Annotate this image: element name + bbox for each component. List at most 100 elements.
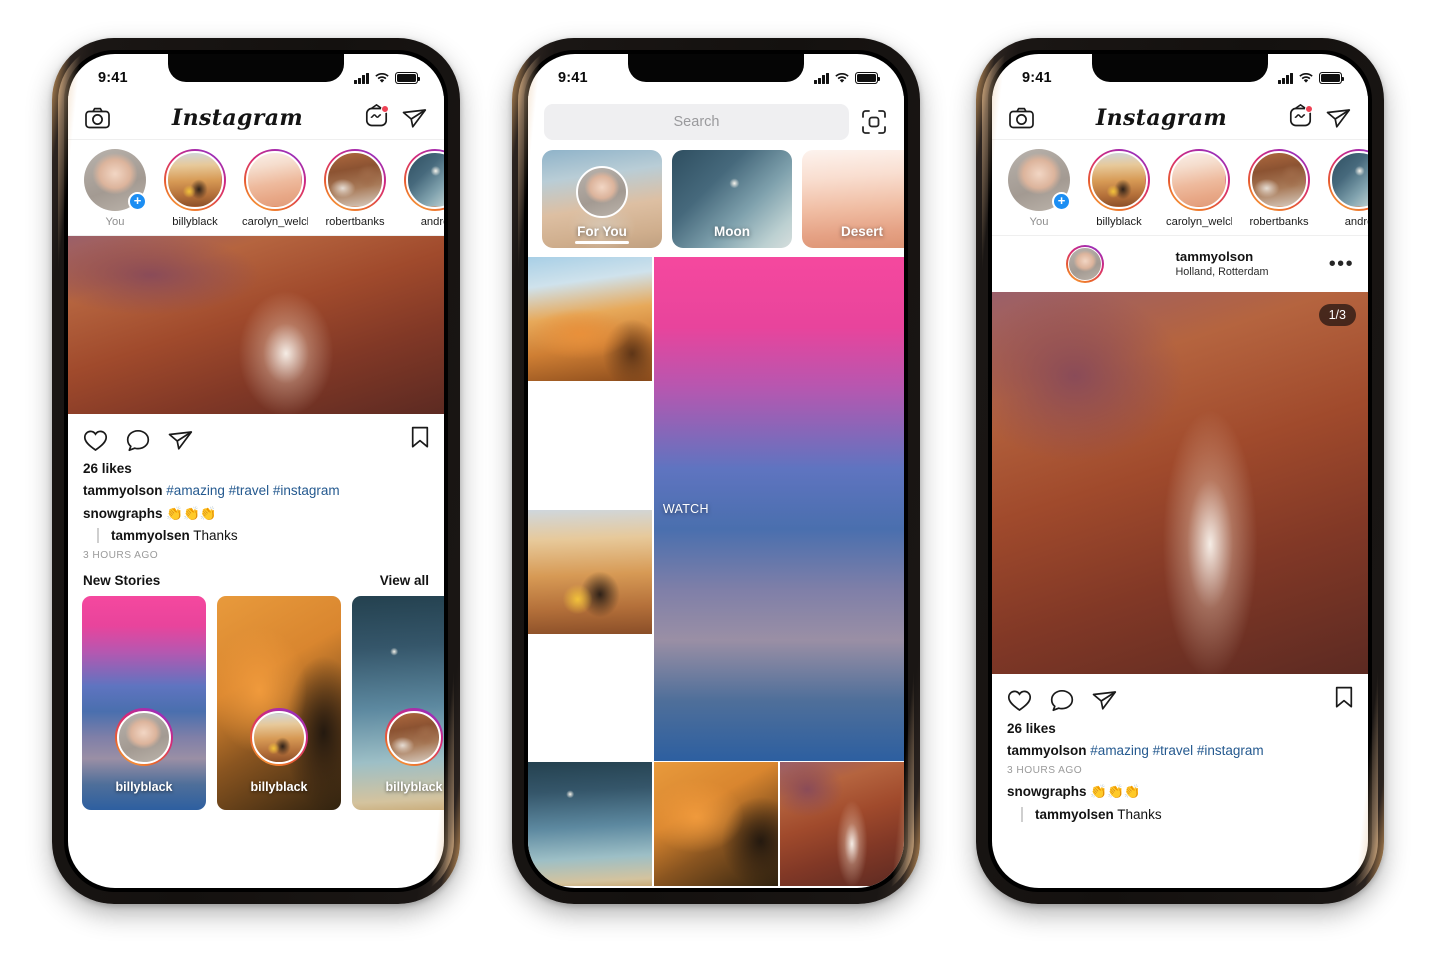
story-item-you[interactable]: + You: [1006, 149, 1072, 228]
screen-feed: 9:41 Instagram + You billyblack carolyn_…: [68, 54, 444, 888]
story-item-billyblack[interactable]: billyblack: [1086, 149, 1152, 228]
caption-hashtags[interactable]: #amazing #travel #instagram: [166, 483, 339, 498]
avatar: [1090, 151, 1148, 209]
battery-icon: [1319, 72, 1345, 84]
grid-cell-watch[interactable]: WATCH: [653, 257, 904, 761]
paper-plane-icon[interactable]: [1092, 688, 1117, 712]
stories-bar[interactable]: + You billyblack carolyn_welch robertban…: [68, 140, 444, 236]
new-story-card[interactable]: billyblack: [352, 596, 444, 811]
comment-bubble-icon[interactable]: [1050, 689, 1074, 712]
story-ring: +: [84, 149, 147, 211]
status-time: 9:41: [98, 70, 128, 86]
igtv-icon[interactable]: [365, 103, 389, 132]
like-count: 26 likes: [1007, 721, 1056, 736]
caption-username[interactable]: tammyolson: [83, 483, 163, 498]
status-indicators: [1278, 72, 1345, 84]
grid-cell[interactable]: [528, 509, 653, 634]
comment-username[interactable]: snowgraphs: [83, 506, 163, 521]
story-ring: +: [1008, 149, 1071, 211]
app-header: Instagram: [992, 96, 1368, 140]
story-label: carolyn_welch: [1166, 216, 1232, 228]
comment-text: 👏👏👏: [1090, 784, 1141, 800]
status-time: 9:41: [558, 70, 588, 86]
battery-icon: [855, 72, 881, 84]
category-row[interactable]: For You Moon Desert: [528, 150, 904, 257]
category-for-you[interactable]: For You: [542, 150, 662, 248]
story-item-robertbanks[interactable]: robertbanks: [1246, 149, 1312, 228]
search-input[interactable]: Search: [544, 104, 849, 140]
story-label: billyblack: [1096, 216, 1142, 228]
caption-username[interactable]: tammyolson: [1007, 743, 1087, 758]
page-title: Instagram: [1095, 104, 1228, 131]
new-stories-row[interactable]: billyblack billyblack billyblack: [68, 596, 444, 811]
caption-hashtags[interactable]: #amazing #travel #instagram: [1090, 743, 1263, 758]
post-meta: 26 likes tammyolson #amazing #travel #in…: [68, 460, 444, 561]
story-item-carolyn_welch[interactable]: carolyn_welch: [1166, 149, 1232, 228]
paper-plane-icon[interactable]: [168, 428, 193, 452]
story-ring: [1088, 149, 1150, 211]
bookmark-icon[interactable]: [1335, 686, 1353, 709]
new-stories-title: New Stories: [83, 573, 161, 589]
grid-cell[interactable]: [528, 257, 653, 382]
status-bar: 9:41: [528, 54, 904, 96]
new-story-card[interactable]: billyblack: [82, 596, 206, 811]
post-caption: tammyolson #amazing #travel #instagram: [83, 482, 429, 500]
paper-plane-icon[interactable]: [1326, 106, 1351, 130]
comment-username[interactable]: snowgraphs: [1007, 784, 1087, 799]
grid-cell[interactable]: [528, 762, 653, 887]
comment-row: snowgraphs 👏👏👏: [83, 505, 429, 523]
story-label: robertbanks: [325, 216, 385, 228]
grid-cell[interactable]: [653, 762, 779, 887]
post-meta: 26 likes tammyolson #amazing #travel #in…: [992, 720, 1368, 823]
new-story-label: billyblack: [385, 780, 443, 795]
post-author-name[interactable]: tammyolson: [1176, 249, 1269, 266]
app-header: Instagram: [68, 96, 444, 140]
camera-icon[interactable]: [85, 107, 110, 129]
explore-grid[interactable]: WATCH: [528, 257, 904, 888]
category-desert[interactable]: Desert: [802, 150, 904, 248]
reply-username[interactable]: tammyolsen: [1035, 807, 1114, 822]
story-ring[interactable]: [1066, 245, 1105, 283]
post-actions: [992, 674, 1368, 720]
heart-icon[interactable]: [1007, 689, 1032, 712]
stories-bar[interactable]: + You billyblack carolyn_welch robertban…: [992, 140, 1368, 236]
battery-icon: [395, 72, 421, 84]
igtv-icon[interactable]: [1289, 103, 1313, 132]
heart-icon[interactable]: [83, 429, 108, 452]
comment-bubble-icon[interactable]: [126, 429, 150, 452]
reply-username[interactable]: tammyolsen: [111, 528, 190, 543]
bookmark-icon[interactable]: [411, 426, 429, 449]
comment-reply-row: tammyolsen Thanks: [1021, 807, 1353, 823]
screen-post-detail: 9:41 Instagram + You billyblack carolyn_…: [992, 54, 1368, 888]
more-options-icon[interactable]: •••: [1329, 254, 1354, 274]
notification-dot: [1304, 104, 1313, 113]
story-item-carolyn_welch[interactable]: carolyn_welch: [242, 149, 308, 228]
view-all-button[interactable]: View all: [380, 573, 429, 588]
camera-icon[interactable]: [1009, 107, 1034, 129]
category-moon[interactable]: Moon: [672, 150, 792, 248]
story-label: andre: [420, 216, 444, 228]
story-item-andre[interactable]: andre: [402, 149, 444, 228]
story-item-you[interactable]: + You: [82, 149, 148, 228]
add-story-icon[interactable]: +: [1052, 192, 1071, 211]
phone-bezel: 9:41 Instagram + You billyblack carolyn_…: [64, 50, 448, 892]
post-image[interactable]: 1/3: [992, 292, 1368, 674]
new-story-card[interactable]: billyblack: [217, 596, 341, 811]
post-author-block: tammyolson Holland, Rotterdam: [1176, 249, 1269, 280]
scan-code-icon[interactable]: [860, 108, 888, 136]
status-time: 9:41: [1022, 70, 1052, 86]
header-actions: [1289, 103, 1351, 132]
story-item-robertbanks[interactable]: robertbanks: [322, 149, 388, 228]
grid-cell[interactable]: [779, 762, 904, 887]
active-indicator: [575, 241, 629, 244]
add-story-icon[interactable]: +: [128, 192, 147, 211]
post-image[interactable]: [68, 236, 444, 414]
story-item-billyblack[interactable]: billyblack: [162, 149, 228, 228]
post-location[interactable]: Holland, Rotterdam: [1176, 265, 1269, 279]
story-ring: [115, 708, 173, 767]
reply-text: Thanks: [193, 528, 238, 544]
post-caption: tammyolson #amazing #travel #instagram: [1007, 742, 1353, 760]
paper-plane-icon[interactable]: [402, 106, 427, 130]
story-label: carolyn_welch: [242, 216, 308, 228]
story-item-andre[interactable]: andre: [1326, 149, 1368, 228]
